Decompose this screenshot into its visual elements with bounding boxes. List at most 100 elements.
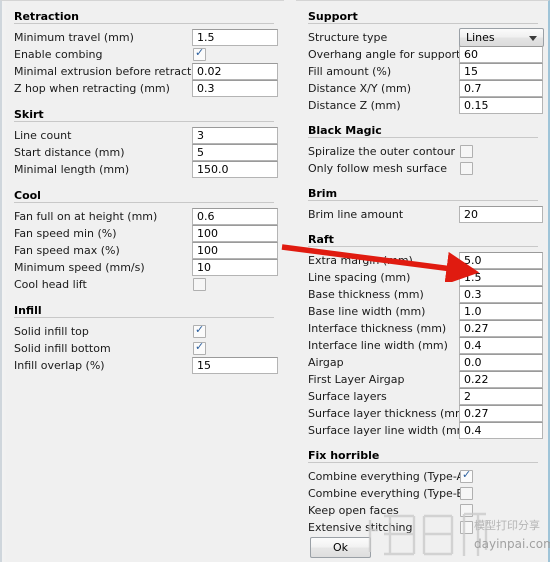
setting-label: Base line width (mm) bbox=[308, 305, 426, 318]
group-header: Skirt bbox=[2, 107, 284, 124]
setting-row: Fan full on at height (mm) bbox=[2, 208, 284, 226]
setting-input[interactable] bbox=[459, 80, 543, 97]
setting-row: Combine everything (Type-A) bbox=[296, 468, 548, 486]
group-title: Brim bbox=[308, 187, 343, 200]
group-divider bbox=[14, 23, 274, 24]
setting-label: Infill overlap (%) bbox=[14, 359, 105, 372]
setting-row: Solid infill bottom bbox=[2, 340, 284, 358]
chevron-down-icon bbox=[529, 36, 537, 41]
setting-label: Fan speed min (%) bbox=[14, 227, 117, 240]
setting-input[interactable] bbox=[459, 388, 543, 405]
setting-input[interactable] bbox=[192, 225, 278, 242]
setting-input[interactable] bbox=[192, 259, 278, 276]
setting-label: Keep open faces bbox=[308, 504, 399, 517]
setting-label: Minimum travel (mm) bbox=[14, 31, 134, 44]
setting-input[interactable] bbox=[192, 144, 278, 161]
group-title: Retraction bbox=[14, 10, 84, 23]
setting-checkbox[interactable] bbox=[193, 46, 206, 61]
setting-input[interactable] bbox=[192, 80, 278, 97]
setting-input[interactable] bbox=[192, 242, 278, 259]
setting-checkbox[interactable] bbox=[193, 323, 206, 338]
setting-input[interactable] bbox=[459, 286, 543, 303]
ok-button[interactable]: Ok bbox=[310, 537, 371, 558]
setting-label: Combine everything (Type-B) bbox=[308, 487, 469, 500]
setting-row: Base thickness (mm) bbox=[296, 286, 548, 304]
setting-row: Distance Z (mm) bbox=[296, 97, 548, 115]
setting-label: Fill amount (%) bbox=[308, 65, 392, 78]
setting-input[interactable] bbox=[192, 208, 278, 225]
setting-label: Extensive stitching bbox=[308, 521, 413, 534]
setting-row: Interface line width (mm) bbox=[296, 337, 548, 355]
setting-label: Fan full on at height (mm) bbox=[14, 210, 158, 223]
setting-label: Z hop when retracting (mm) bbox=[14, 82, 170, 95]
setting-input[interactable] bbox=[459, 46, 543, 63]
group-divider bbox=[14, 121, 274, 122]
setting-input[interactable] bbox=[459, 206, 543, 223]
setting-row: Surface layer thickness (mm) bbox=[296, 405, 548, 423]
group-divider bbox=[14, 317, 274, 318]
setting-input[interactable] bbox=[459, 337, 543, 354]
setting-checkbox[interactable] bbox=[460, 468, 473, 483]
group-title: Raft bbox=[308, 233, 339, 246]
group-header: Raft bbox=[296, 232, 548, 249]
setting-input[interactable] bbox=[459, 320, 543, 337]
setting-row: Line spacing (mm) bbox=[296, 269, 548, 287]
setting-label: Solid infill top bbox=[14, 325, 89, 338]
setting-input[interactable] bbox=[192, 161, 278, 178]
setting-row: First Layer Airgap bbox=[296, 371, 548, 389]
setting-input[interactable] bbox=[192, 63, 278, 80]
setting-input[interactable] bbox=[459, 405, 543, 422]
group-title: Cool bbox=[14, 189, 46, 202]
setting-row: Only follow mesh surface bbox=[296, 161, 548, 178]
setting-input[interactable] bbox=[459, 63, 543, 80]
setting-input[interactable] bbox=[459, 269, 543, 286]
setting-input[interactable] bbox=[459, 97, 543, 114]
group-divider bbox=[308, 23, 538, 24]
setting-label: Extra margin (mm) bbox=[308, 254, 413, 267]
setting-input[interactable] bbox=[192, 127, 278, 144]
setting-input[interactable] bbox=[459, 354, 543, 371]
setting-label: Only follow mesh surface bbox=[308, 162, 447, 175]
setting-checkbox[interactable] bbox=[460, 521, 473, 534]
dropdown-value: Lines bbox=[466, 31, 495, 44]
setting-checkbox[interactable] bbox=[193, 278, 206, 291]
setting-checkbox[interactable] bbox=[193, 340, 206, 355]
setting-input[interactable] bbox=[459, 303, 543, 320]
setting-label: Line count bbox=[14, 129, 72, 142]
group-title: Support bbox=[308, 10, 363, 23]
setting-label: Minimum speed (mm/s) bbox=[14, 261, 145, 274]
group-divider bbox=[308, 246, 538, 247]
setting-row: Line count bbox=[2, 127, 284, 145]
setting-row: Minimal extrusion before retracting (mm) bbox=[2, 63, 284, 81]
right-settings-panel: Support Structure type Lines Overhang angle… bbox=[296, 0, 550, 562]
group-title: Skirt bbox=[14, 108, 49, 121]
setting-checkbox[interactable] bbox=[460, 504, 473, 517]
setting-label: Combine everything (Type-A) bbox=[308, 470, 469, 483]
group-divider bbox=[14, 202, 274, 203]
group-header: Support bbox=[296, 9, 548, 26]
setting-input[interactable] bbox=[192, 357, 278, 374]
setting-row: Extra margin (mm) bbox=[296, 252, 548, 270]
setting-label: Enable combing bbox=[14, 48, 103, 61]
setting-input[interactable] bbox=[192, 29, 278, 46]
setting-row: Minimum travel (mm) bbox=[2, 29, 284, 47]
setting-label: Interface line width (mm) bbox=[308, 339, 448, 352]
setting-input[interactable] bbox=[459, 252, 543, 269]
setting-label: Cool head lift bbox=[14, 278, 87, 291]
setting-input[interactable] bbox=[459, 422, 543, 439]
cura-expert-settings-dialog: Retraction Minimum travel (mm) Enable comb… bbox=[0, 0, 550, 562]
setting-row: Start distance (mm) bbox=[2, 144, 284, 162]
setting-checkbox[interactable] bbox=[460, 145, 473, 158]
setting-label: Fan speed max (%) bbox=[14, 244, 120, 257]
setting-input[interactable] bbox=[459, 371, 543, 388]
structure-type-dropdown[interactable]: Lines bbox=[459, 28, 544, 47]
setting-label: Base thickness (mm) bbox=[308, 288, 424, 301]
setting-checkbox[interactable] bbox=[460, 487, 473, 500]
group-title: Fix horrible bbox=[308, 449, 385, 462]
setting-label: Surface layer line width (mm) bbox=[308, 424, 472, 437]
setting-row: Combine everything (Type-B) bbox=[296, 486, 548, 503]
setting-checkbox[interactable] bbox=[460, 162, 473, 175]
setting-row: Base line width (mm) bbox=[296, 303, 548, 321]
setting-label: Distance X/Y (mm) bbox=[308, 82, 412, 95]
group-header: Infill bbox=[2, 303, 284, 320]
